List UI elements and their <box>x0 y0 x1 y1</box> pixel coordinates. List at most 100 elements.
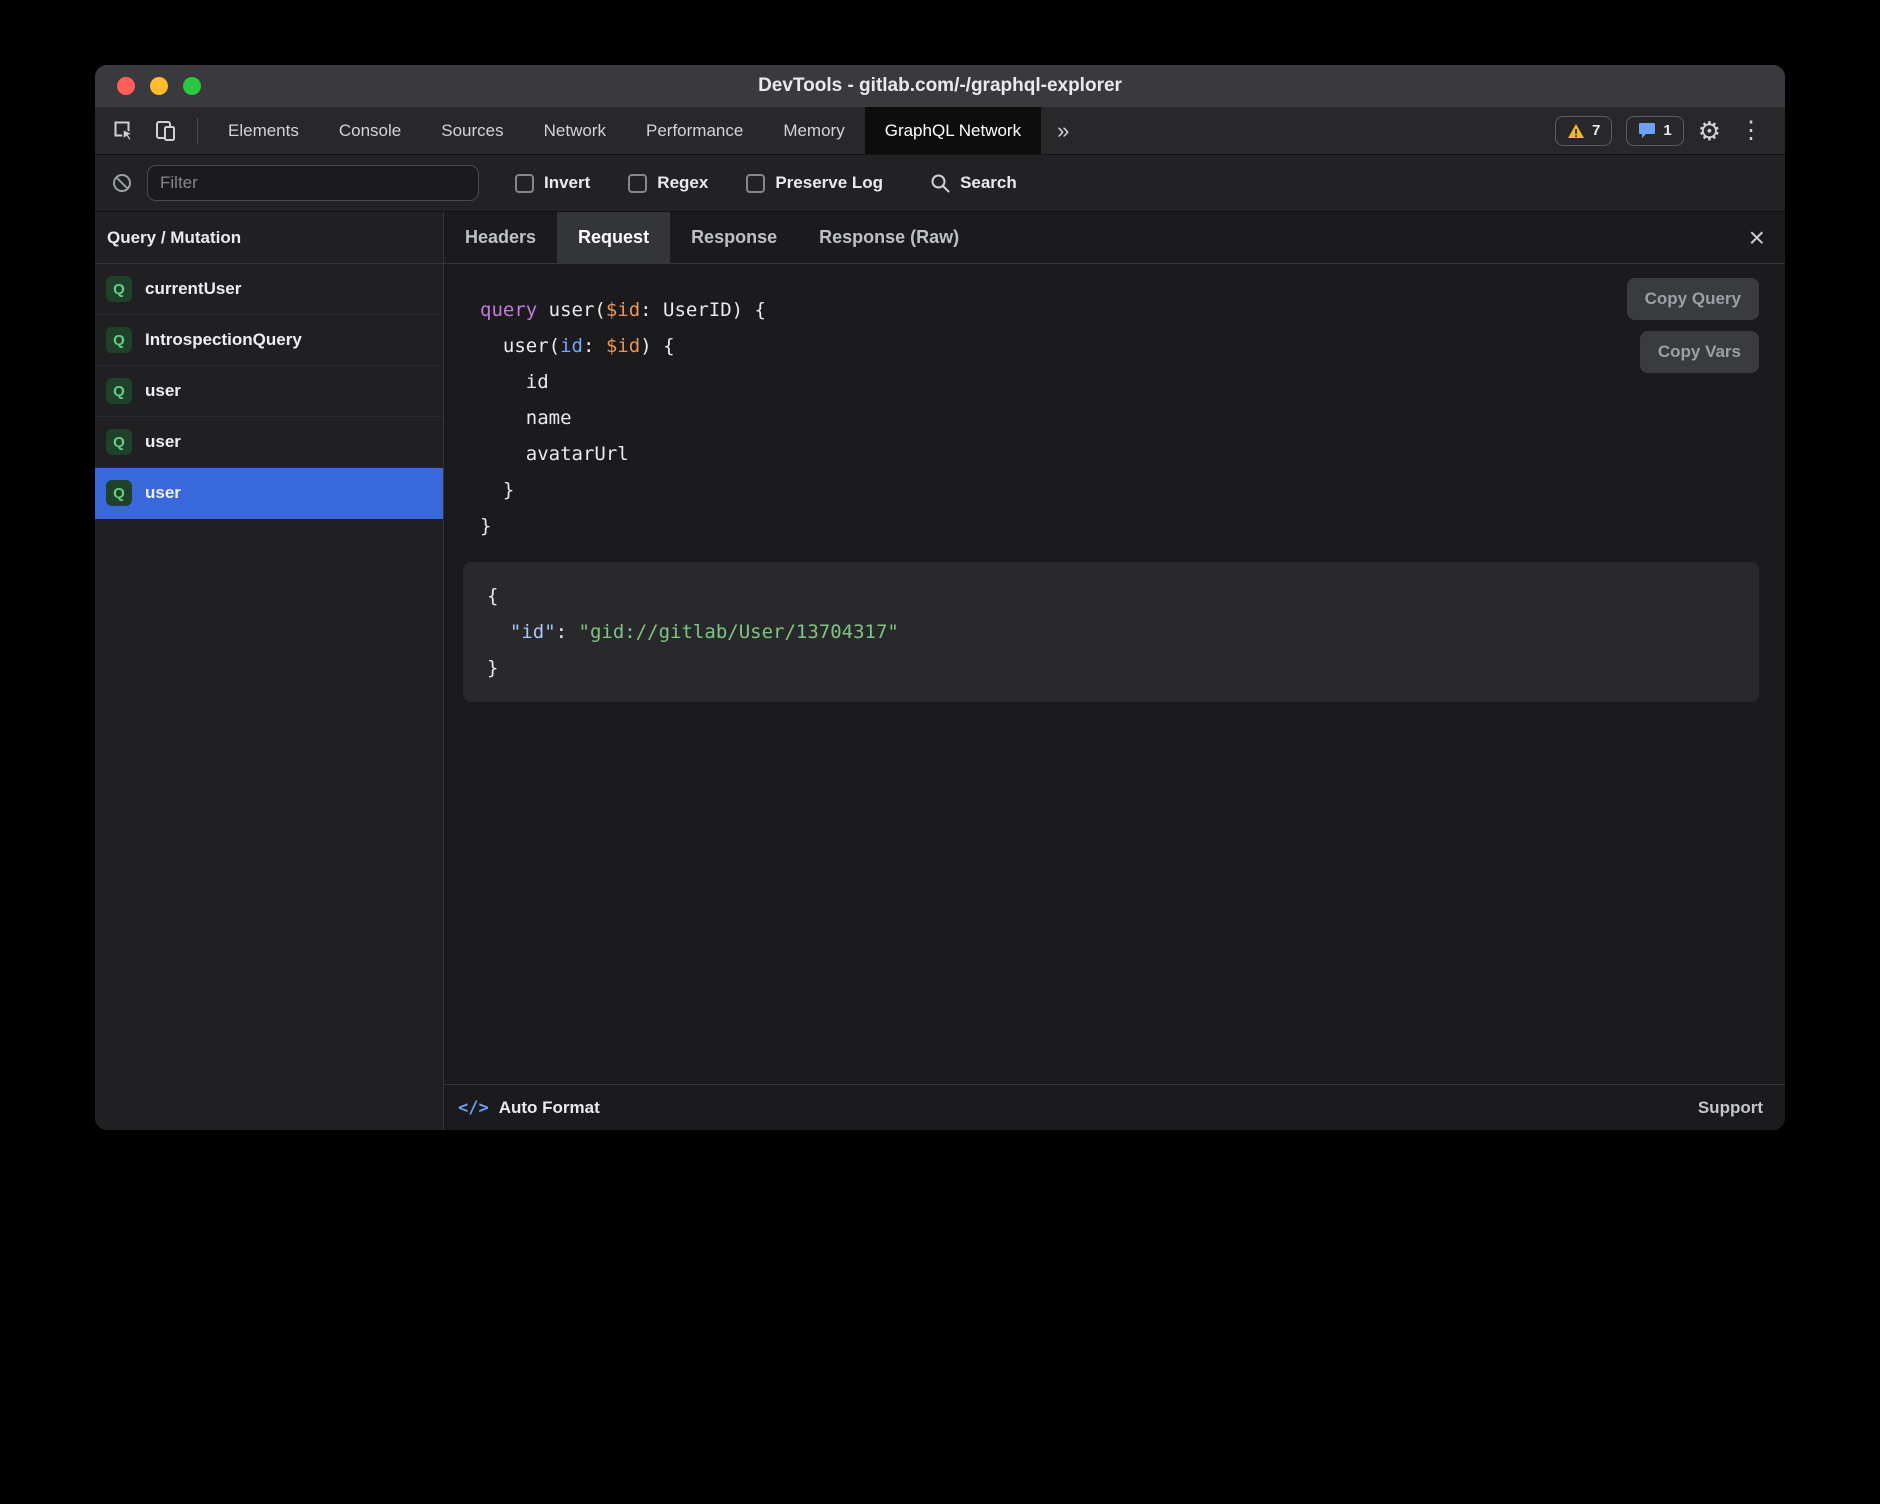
devtools-tab-performance[interactable]: Performance <box>626 107 763 154</box>
variables-code-token: "gid://gitlab/User/13704317" <box>579 621 899 643</box>
block-icon <box>111 172 133 194</box>
checkbox-box-preserve-log[interactable] <box>746 174 765 193</box>
filter-toolbar: Invert Regex Preserve Log Search <box>95 155 1785 212</box>
query-code-token: } <box>480 479 514 501</box>
query-name: currentUser <box>145 279 241 299</box>
inspect-cursor-icon <box>111 118 137 144</box>
variables-code-token: : <box>556 621 579 643</box>
request-tab-content: Copy Query Copy Vars query user($id: Use… <box>444 264 1785 1084</box>
zoom-window-button[interactable] <box>183 77 201 95</box>
query-type-badge-icon: Q <box>106 480 132 506</box>
devtools-tab-graphql-network[interactable]: GraphQL Network <box>865 107 1041 154</box>
devtools-window: DevTools - gitlab.com/-/graphql-explorer… <box>95 65 1785 1130</box>
query-code-token: id <box>560 335 583 357</box>
inspect-element-button[interactable] <box>103 107 145 155</box>
copy-query-button[interactable]: Copy Query <box>1627 278 1759 320</box>
main-split: Query / Mutation QcurrentUserQIntrospect… <box>95 212 1785 1130</box>
variables-code-line: "id": "gid://gitlab/User/13704317" <box>487 614 1735 650</box>
query-list-item-user[interactable]: Quser <box>95 366 443 417</box>
query-name: IntrospectionQuery <box>145 330 302 350</box>
toolbar-divider <box>197 118 198 144</box>
support-link[interactable]: Support <box>1698 1098 1763 1118</box>
toolbar-checkboxes: Invert Regex Preserve Log <box>515 173 883 193</box>
traffic-lights <box>95 77 201 95</box>
messages-badge[interactable]: 1 <box>1626 116 1683 146</box>
variables-code-token <box>487 621 510 643</box>
devtools-tabbar: ElementsConsoleSourcesNetworkPerformance… <box>95 107 1785 155</box>
query-code-line: } <box>480 508 1785 544</box>
query-code-line: name <box>480 400 1785 436</box>
devtools-tab-memory[interactable]: Memory <box>763 107 864 154</box>
query-code-token: name <box>480 407 572 429</box>
copy-buttons: Copy Query Copy Vars <box>1627 278 1759 373</box>
query-list-item-user[interactable]: Quser <box>95 468 443 519</box>
checkbox-preserve-log[interactable]: Preserve Log <box>746 173 883 193</box>
variables-code-token: { <box>487 585 498 607</box>
query-type-badge-icon: Q <box>106 276 132 302</box>
message-count: 1 <box>1663 122 1671 139</box>
settings-gear-button[interactable]: ⚙ <box>1698 118 1721 144</box>
detail-tab-response-raw[interactable]: Response (Raw) <box>798 212 980 263</box>
checkbox-invert[interactable]: Invert <box>515 173 590 193</box>
variables-code-token: "id" <box>510 621 556 643</box>
query-name: user <box>145 381 181 401</box>
search-label: Search <box>960 173 1017 193</box>
checkbox-label: Preserve Log <box>775 173 883 193</box>
query-type-badge-icon: Q <box>106 429 132 455</box>
query-code-line: } <box>480 472 1785 508</box>
detail-tab-request[interactable]: Request <box>557 212 670 263</box>
request-detail-panel: HeadersRequestResponseResponse (Raw) × C… <box>444 212 1785 1130</box>
request-variables-box: { "id": "gid://gitlab/User/13704317"} <box>463 562 1759 702</box>
checkbox-box-invert[interactable] <box>515 174 534 193</box>
search-toggle[interactable]: Search <box>929 172 1017 194</box>
query-code-token: $id <box>606 299 640 321</box>
devtools-tabs: ElementsConsoleSourcesNetworkPerformance… <box>208 107 1041 154</box>
warnings-badge[interactable]: 7 <box>1555 116 1612 146</box>
copy-vars-button[interactable]: Copy Vars <box>1640 331 1759 373</box>
query-code-token: user( <box>480 335 560 357</box>
detail-tab-headers[interactable]: Headers <box>444 212 557 263</box>
devtools-tab-elements[interactable]: Elements <box>208 107 319 154</box>
query-code-token: : UserID) { <box>640 299 766 321</box>
request-variables-code: { "id": "gid://gitlab/User/13704317"} <box>487 578 1735 686</box>
filter-input[interactable] <box>147 165 479 201</box>
query-code-token: : <box>583 335 606 357</box>
detail-tab-response[interactable]: Response <box>670 212 798 263</box>
devtools-menu-button[interactable]: ⋮ <box>1735 119 1767 143</box>
query-list-header: Query / Mutation <box>95 212 443 264</box>
variables-code-line: { <box>487 578 1735 614</box>
more-tabs-button[interactable]: » <box>1041 118 1085 144</box>
warning-triangle-icon <box>1567 123 1585 139</box>
devtools-tab-console[interactable]: Console <box>319 107 421 154</box>
auto-format-button[interactable]: Auto Format <box>499 1098 600 1118</box>
query-name: user <box>145 483 181 503</box>
detail-tabs-list: HeadersRequestResponseResponse (Raw) <box>444 212 980 263</box>
devtools-tab-network[interactable]: Network <box>524 107 626 154</box>
query-list-item-user[interactable]: Quser <box>95 417 443 468</box>
code-format-icon: </> <box>458 1098 489 1118</box>
checkbox-regex[interactable]: Regex <box>628 173 708 193</box>
close-window-button[interactable] <box>117 77 135 95</box>
query-code-token: avatarUrl <box>480 443 629 465</box>
query-list-item-currentuser[interactable]: QcurrentUser <box>95 264 443 315</box>
query-code-line: query user($id: UserID) { <box>480 292 1785 328</box>
device-toolbar-button[interactable] <box>145 107 187 155</box>
device-toolbar-icon <box>153 118 179 144</box>
minimize-window-button[interactable] <box>150 77 168 95</box>
checkbox-box-regex[interactable] <box>628 174 647 193</box>
devtools-tab-sources[interactable]: Sources <box>421 107 523 154</box>
query-code-token: $id <box>606 335 640 357</box>
query-code-line: avatarUrl <box>480 436 1785 472</box>
query-code-token: user( <box>537 299 606 321</box>
titlebar: DevTools - gitlab.com/-/graphql-explorer <box>95 65 1785 107</box>
close-detail-button[interactable]: × <box>1749 224 1765 252</box>
query-name: user <box>145 432 181 452</box>
query-list-item-introspectionquery[interactable]: QIntrospectionQuery <box>95 315 443 366</box>
tabbar-right-cluster: 7 1 ⚙ ⋮ <box>1555 116 1785 146</box>
query-code-token: query <box>480 299 537 321</box>
query-code-token: } <box>480 515 491 537</box>
clear-requests-button[interactable] <box>111 172 133 194</box>
warning-count: 7 <box>1592 122 1600 139</box>
variables-code-line: } <box>487 650 1735 686</box>
sidebar-list: QcurrentUserQIntrospectionQueryQuserQuse… <box>95 264 443 519</box>
